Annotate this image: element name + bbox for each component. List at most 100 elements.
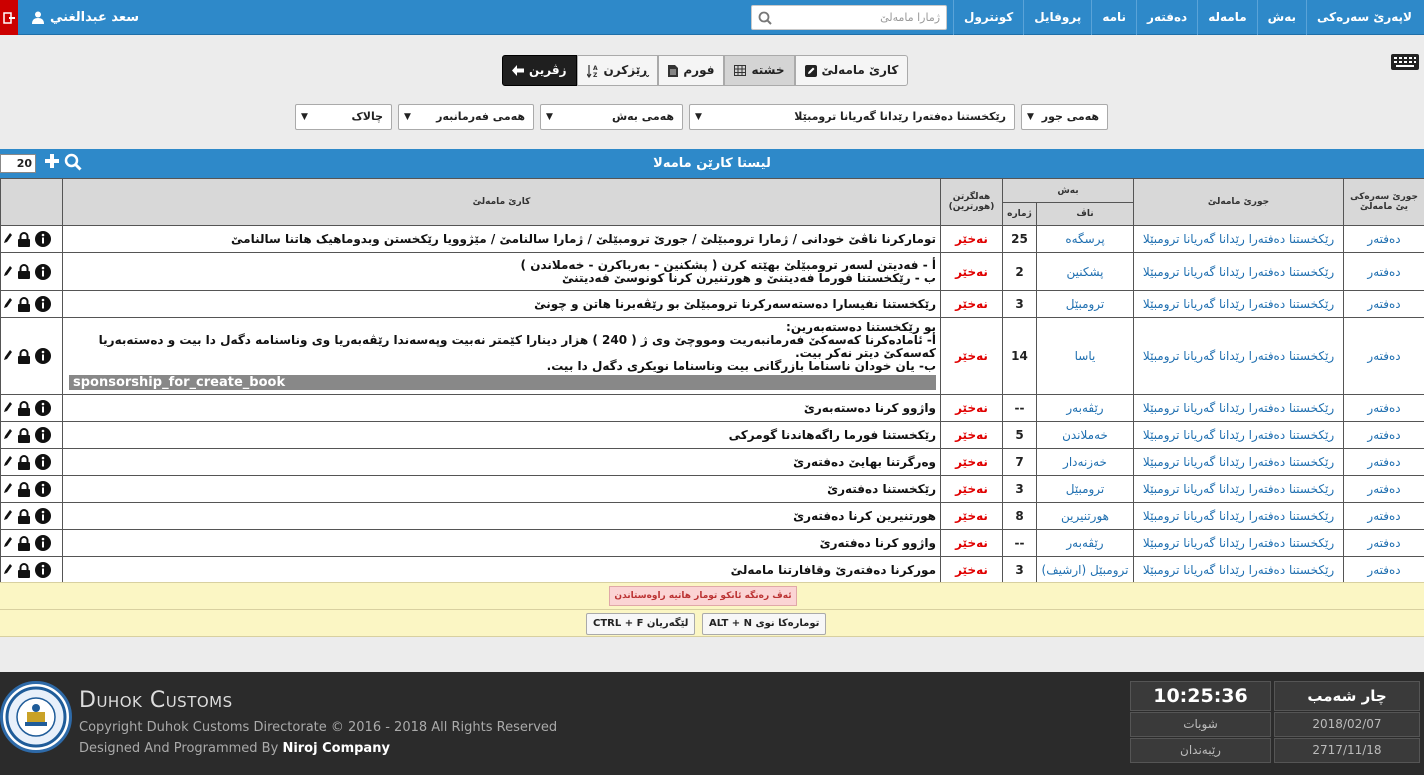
cell-type[interactable]: رێکخستنا دەفتەرا رێدانا گەریانا ترومبێلا bbox=[1133, 529, 1345, 557]
edit-icon[interactable] bbox=[3, 536, 13, 550]
edit-icon[interactable] bbox=[3, 455, 13, 469]
lock-icon[interactable] bbox=[17, 231, 31, 247]
sort-button[interactable]: AZ ڕێزکرن bbox=[576, 55, 659, 86]
table-row[interactable]: بو رێکخستنا دەستەبەرین: أ- ئامادەکرنا کەس… bbox=[0, 317, 1424, 395]
info-icon[interactable] bbox=[35, 263, 51, 280]
edit-icon[interactable] bbox=[3, 349, 13, 363]
cell-main-type[interactable]: دەفتەر bbox=[1343, 448, 1424, 476]
cell-section[interactable]: رێڤەبەر bbox=[1035, 529, 1135, 557]
cell-section[interactable]: رێڤەبەر bbox=[1035, 394, 1135, 422]
form-view-button[interactable]: فورم bbox=[658, 55, 725, 86]
shortcut-new-record[interactable]: ALT + N تومارەکا نوی bbox=[702, 613, 827, 635]
lock-icon[interactable] bbox=[17, 535, 31, 551]
cell-type[interactable]: رێکخستنا دەفتەرا رێدانا گەریانا ترومبێلا bbox=[1133, 252, 1345, 291]
cell-main-type[interactable]: دەفتەر bbox=[1343, 225, 1424, 253]
lock-icon[interactable] bbox=[17, 296, 31, 312]
nav-transactions[interactable]: مامەلە bbox=[1197, 0, 1256, 35]
nav-sections[interactable]: بەش bbox=[1256, 0, 1306, 35]
cell-section[interactable]: پرسگەه bbox=[1035, 225, 1135, 253]
cell-main-type[interactable]: دەفتەر bbox=[1343, 252, 1424, 291]
grid-view-button[interactable]: خشتە bbox=[724, 55, 795, 86]
info-icon[interactable] bbox=[35, 481, 51, 497]
lock-icon[interactable] bbox=[17, 562, 31, 578]
lock-icon[interactable] bbox=[17, 454, 31, 470]
work-button[interactable]: کارێ مامەلێ bbox=[794, 55, 909, 86]
cell-type[interactable]: رێکخستنا دەفتەرا رێدانا گەریانا ترومبێلا bbox=[1133, 556, 1345, 584]
search-icon[interactable] bbox=[64, 153, 82, 171]
cell-main-type[interactable]: دەفتەر bbox=[1343, 317, 1424, 395]
cell-type[interactable]: رێکخستنا دەفتەرا رێدانا گەریانا ترومبێلا bbox=[1133, 421, 1345, 449]
status-select[interactable]: چالاک ▼ bbox=[295, 104, 392, 130]
edit-icon[interactable] bbox=[3, 232, 13, 246]
nav-letters[interactable]: نامە bbox=[1091, 0, 1136, 35]
nav-home[interactable]: لاپەرێ سەرەکی bbox=[1306, 0, 1422, 35]
table-row[interactable]: واژوو کرنا دەفتەرێ نەخێر -- رێڤەبەر رێکخستنا… bbox=[0, 529, 1424, 557]
type-select[interactable]: هەمی جور ▼ bbox=[1021, 104, 1108, 130]
info-icon[interactable] bbox=[35, 348, 51, 364]
info-icon[interactable] bbox=[35, 454, 51, 470]
edit-icon[interactable] bbox=[3, 563, 13, 577]
cell-section[interactable]: ترومبێل (ارشیف) bbox=[1035, 556, 1135, 584]
info-icon[interactable] bbox=[35, 562, 51, 578]
cell-section[interactable]: ترومبێل bbox=[1035, 475, 1135, 503]
table-row[interactable]: هورتنیرین کرنا دەفتەرێ نەخێر 8 هورتنیرین رێک… bbox=[0, 502, 1424, 530]
edit-icon[interactable] bbox=[3, 401, 13, 415]
table-row[interactable]: مورکرنا دەفتەرێ وقافارتنا مامەلێ نەخێر 3 تر… bbox=[0, 556, 1424, 584]
lock-icon[interactable] bbox=[17, 400, 31, 416]
keyboard-icon[interactable] bbox=[1390, 52, 1420, 75]
info-icon[interactable] bbox=[35, 427, 51, 443]
cell-type[interactable]: رێکخستنا دەفتەرا رێدانا گەریانا ترومبێلا bbox=[1133, 290, 1345, 318]
info-icon[interactable] bbox=[35, 231, 51, 247]
cell-section[interactable]: خەزنەدار bbox=[1035, 448, 1135, 476]
cell-type[interactable]: رێکخستنا دەفتەرا رێدانا گەریانا ترومبێلا bbox=[1133, 394, 1345, 422]
info-icon[interactable] bbox=[35, 296, 51, 312]
cell-section[interactable]: هورتنیرین bbox=[1035, 502, 1135, 530]
lock-icon[interactable] bbox=[17, 427, 31, 443]
cell-main-type[interactable]: دەفتەر bbox=[1343, 502, 1424, 530]
cell-main-type[interactable]: دەفتەر bbox=[1343, 475, 1424, 503]
edit-icon[interactable] bbox=[3, 482, 13, 496]
info-icon[interactable] bbox=[35, 535, 51, 551]
table-row[interactable]: رێکخستنا فورما راگەهاندنا گومرکی نەخێر 5 خە… bbox=[0, 421, 1424, 449]
nav-profile[interactable]: پروفايل bbox=[1023, 0, 1091, 35]
lock-icon[interactable] bbox=[17, 264, 31, 279]
cell-type[interactable]: رێکخستنا دەفتەرا رێدانا گەریانا ترومبێلا bbox=[1133, 317, 1345, 395]
table-row[interactable]: رێکخستنا نفیسارا دەستەسەرکرنا ترومبێلێ ب… bbox=[0, 290, 1424, 318]
cell-main-type[interactable]: دەفتەر bbox=[1343, 290, 1424, 318]
table-row[interactable]: وەرگرتنا بهایێ دەفتەرێ نەخێر 7 خەزنەدار رێکخ… bbox=[0, 448, 1424, 476]
designer-link[interactable]: Niroj Company bbox=[282, 741, 390, 756]
nav-control[interactable]: کونترول bbox=[953, 0, 1023, 35]
cell-section[interactable]: خەملاندن bbox=[1035, 421, 1135, 449]
info-icon[interactable] bbox=[35, 508, 51, 524]
book-select[interactable]: رێکخستنا دەفتەرا رێدانا گەریانا ترومبێلا… bbox=[689, 104, 1015, 130]
edit-icon[interactable] bbox=[3, 265, 13, 279]
search-input[interactable] bbox=[772, 11, 941, 24]
cell-main-type[interactable]: دەفتەر bbox=[1343, 556, 1424, 584]
cell-section[interactable]: یاسا bbox=[1035, 317, 1135, 395]
user-menu[interactable]: سعد عبدالغني bbox=[32, 10, 139, 25]
cell-section[interactable]: پشکنین bbox=[1035, 252, 1135, 291]
lock-icon[interactable] bbox=[17, 348, 31, 364]
back-button[interactable]: زڤرین bbox=[502, 55, 577, 86]
cell-main-type[interactable]: دەفتەر bbox=[1343, 421, 1424, 449]
edit-icon[interactable] bbox=[3, 509, 13, 523]
table-row[interactable]: واژوو کرنا دەستەبەرێ نەخێر -- رێڤەبەر رێکخست… bbox=[0, 394, 1424, 422]
shortcut-find[interactable]: CTRL + F لێگەریان bbox=[586, 613, 696, 635]
lock-icon[interactable] bbox=[17, 481, 31, 497]
edit-icon[interactable] bbox=[3, 297, 13, 311]
page-size-input[interactable]: 20 bbox=[0, 154, 36, 173]
edit-icon[interactable] bbox=[3, 428, 13, 442]
cell-type[interactable]: رێکخستنا دەفتەرا رێدانا گەریانا ترومبێلا bbox=[1133, 225, 1345, 253]
logout-button[interactable] bbox=[0, 0, 18, 35]
cell-section[interactable]: ترومبێل bbox=[1035, 290, 1135, 318]
add-icon[interactable] bbox=[44, 153, 60, 169]
table-row[interactable]: رێکخستنا دەفتەرێ نەخێر 3 ترومبێل رێکخستنا دە… bbox=[0, 475, 1424, 503]
lock-icon[interactable] bbox=[17, 508, 31, 524]
table-row[interactable]: تومارکرنا ناڤێ خودانی / ژمارا ترومبێلێ /… bbox=[0, 225, 1424, 253]
employee-select[interactable]: هەمی فەرمانبەر ▼ bbox=[398, 104, 534, 130]
cell-main-type[interactable]: دەفتەر bbox=[1343, 529, 1424, 557]
search-icon[interactable] bbox=[758, 11, 772, 25]
cell-type[interactable]: رێکخستنا دەفتەرا رێدانا گەریانا ترومبێلا bbox=[1133, 475, 1345, 503]
section-select[interactable]: هەمی بەش ▼ bbox=[540, 104, 683, 130]
nav-books[interactable]: دەفتەر bbox=[1136, 0, 1197, 35]
